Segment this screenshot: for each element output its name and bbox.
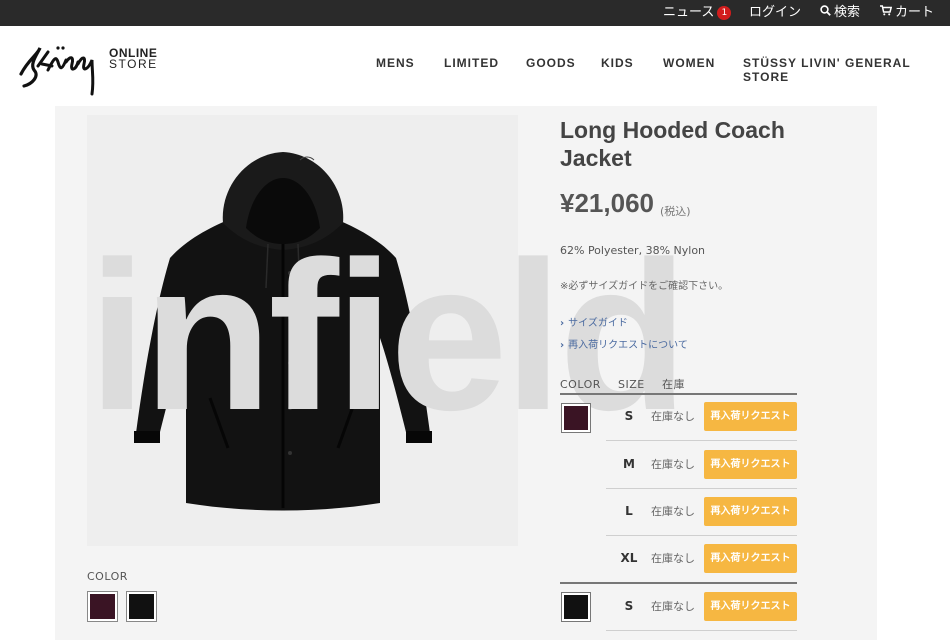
row-size: S <box>624 409 634 423</box>
product-image[interactable] <box>128 148 438 518</box>
restock-info-label: 再入荷リクエストについて <box>568 340 688 351</box>
nav-mens[interactable]: MENS <box>376 56 415 70</box>
news-label: ニュース <box>663 5 715 20</box>
size-guide-label: サイズガイド <box>568 318 628 329</box>
chevron-right-icon: › <box>560 340 565 351</box>
table-header-divider <box>560 393 797 395</box>
row-divider <box>606 630 797 631</box>
restock-request-button[interactable]: 再入荷リクエスト <box>704 592 797 621</box>
product-title: Long Hooded Coach Jacket <box>560 117 785 171</box>
restock-request-button[interactable]: 再入荷リクエスト <box>704 544 797 573</box>
nav-kids[interactable]: KIDS <box>601 56 634 70</box>
row-stock-status: 在庫なし <box>651 505 695 518</box>
row-stock-status: 在庫なし <box>651 600 695 613</box>
nav-women[interactable]: WOMEN <box>663 56 715 70</box>
row-swatch-burgundy[interactable] <box>561 403 591 433</box>
size-notice: ※必ずサイズガイドをご確認下さい。 <box>560 281 729 292</box>
product-price: ¥21,060 <box>560 188 654 218</box>
swatch-fill <box>564 406 588 430</box>
row-stock-status: 在庫なし <box>651 458 695 471</box>
nav-goods[interactable]: GOODS <box>526 56 576 70</box>
row-size: M <box>623 457 635 471</box>
restock-request-button[interactable]: 再入荷リクエスト <box>704 497 797 526</box>
nav-limited[interactable]: LIMITED <box>444 56 499 70</box>
chevron-right-icon: › <box>560 318 565 329</box>
search-link[interactable]: 検索 <box>820 4 860 22</box>
restock-info-link[interactable]: › 再入荷リクエストについて <box>560 336 688 351</box>
table-header-size: SIZE <box>618 378 645 391</box>
gallery-color-label: COLOR <box>87 570 128 583</box>
row-size: L <box>625 504 633 518</box>
stussy-logo-icon <box>19 46 95 96</box>
login-label: ログイン <box>749 5 802 20</box>
swatch-fill <box>129 594 154 619</box>
swatch-black[interactable] <box>126 591 157 622</box>
size-guide-link[interactable]: › サイズガイド <box>560 314 628 329</box>
restock-request-button[interactable]: 再入荷リクエスト <box>704 402 797 431</box>
cart-icon <box>880 4 893 22</box>
search-icon <box>820 4 831 22</box>
row-divider <box>606 440 797 441</box>
row-stock-status: 在庫なし <box>651 410 695 423</box>
row-swatch-black[interactable] <box>561 592 591 622</box>
row-size: S <box>624 599 634 613</box>
table-header-stock: 在庫 <box>662 378 685 391</box>
login-link[interactable]: ログイン <box>749 4 801 22</box>
table-header-color: COLOR <box>560 378 601 391</box>
swatch-fill <box>90 594 115 619</box>
cart-label: カート <box>895 5 935 20</box>
brand-wordmark: ONLINE STORE <box>109 47 158 71</box>
top-bar: ニュース 1 ログイン 検索 カート <box>0 0 950 26</box>
row-stock-status: 在庫なし <box>651 552 695 565</box>
material-text: 62% Polyester, 38% Nylon <box>560 244 706 257</box>
news-count-badge: 1 <box>717 6 732 20</box>
nav-general-store[interactable]: STÜSSY LIVIN' GENERAL STORE <box>743 56 950 84</box>
search-label: 検索 <box>834 5 861 20</box>
restock-request-button[interactable]: 再入荷リクエスト <box>704 450 797 479</box>
row-divider <box>606 488 797 489</box>
swatch-fill <box>564 595 588 619</box>
swatch-burgundy[interactable] <box>87 591 118 622</box>
color-group-divider <box>560 582 797 584</box>
news-link[interactable]: ニュース 1 <box>663 4 732 22</box>
brand-line-store: STORE <box>109 57 158 71</box>
row-size: XL <box>620 551 638 565</box>
tax-note: (税込) <box>660 205 691 218</box>
cart-link[interactable]: カート <box>880 4 934 22</box>
row-divider <box>606 535 797 536</box>
